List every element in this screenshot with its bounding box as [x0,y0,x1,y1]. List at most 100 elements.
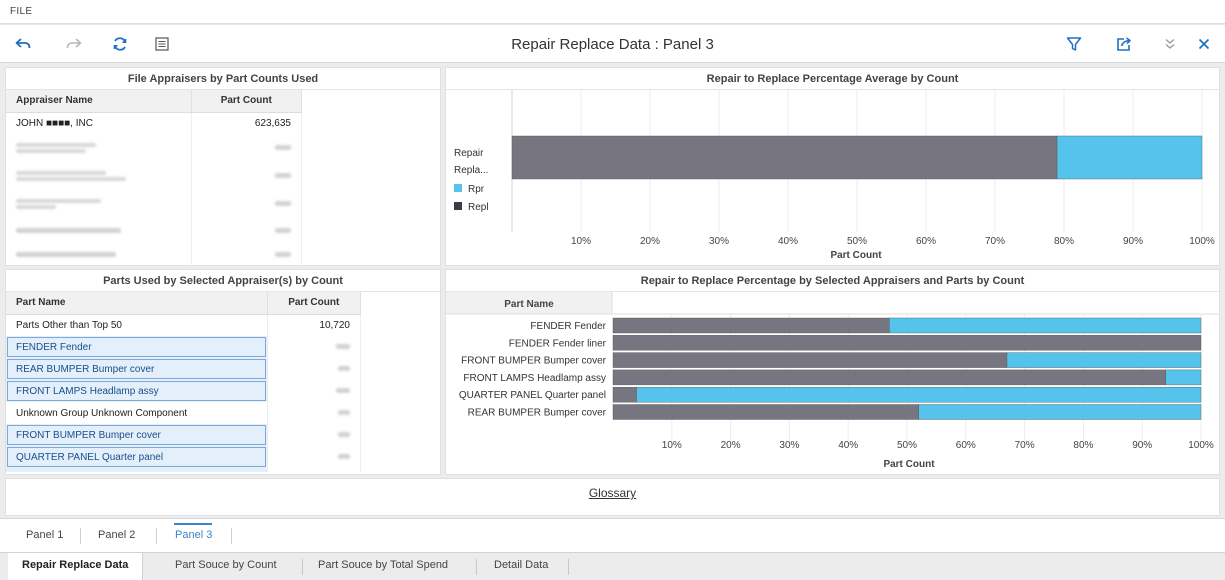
filter-icon[interactable] [1064,34,1084,54]
x-tick-label: 40% [838,440,858,451]
column-header-appraiser-name[interactable]: Appraiser Name [6,90,192,113]
refresh-icon[interactable] [110,34,130,54]
undo-icon[interactable] [13,34,33,54]
redo-icon[interactable] [64,34,84,54]
redacted-count-cell [191,244,302,265]
column-header-part-count[interactable]: Part Count [191,90,302,113]
bar-segment-rpr[interactable] [636,386,1202,403]
part-name-cell: FRONT LAMPS Headlamp assy [6,380,268,402]
bar-segment-repl[interactable] [612,404,919,420]
bar-segment-repl[interactable] [612,317,890,334]
redacted-count [338,410,350,416]
x-axis-title: Part Count [883,459,935,470]
part-name-cell: FRONT BUMPER Bumper cover [6,424,268,446]
close-icon[interactable] [1194,34,1214,54]
table-row-partial [6,468,361,472]
table-row[interactable] [6,244,302,265]
table-row[interactable]: FENDER Fender [6,336,361,358]
table-row[interactable]: Unknown Group Unknown Component [6,402,361,424]
x-tick-label: 70% [985,236,1005,247]
tab-separator [231,528,232,544]
x-tick-label: 10% [662,440,682,451]
category-label[interactable]: FRONT LAMPS Headlamp assy [463,373,606,384]
column-header-part-name[interactable]: Part Name [6,292,268,315]
redacted-name-cell [6,244,192,265]
tab-panel-3[interactable]: Panel 3 [175,529,212,541]
average-chart-title: Repair to Replace Percentage Average by … [446,68,1219,90]
collapse-icon[interactable] [1160,34,1180,54]
table-row[interactable]: REAR BUMPER Bumper cover [6,358,361,380]
column-header-part-count[interactable]: Part Count [267,292,361,315]
table-row[interactable] [6,162,302,190]
sheet-tab-repair-replace-data[interactable]: Repair Replace Data [8,553,144,580]
part-name-cell: QUARTER PANEL Quarter panel [6,446,268,468]
bar-segment-rpr[interactable] [1056,135,1203,180]
table-row[interactable] [6,218,302,244]
x-tick-label: 80% [1054,236,1074,247]
parts-panel-title: Parts Used by Selected Appraiser(s) by C… [6,270,440,292]
table-row[interactable]: QUARTER PANEL Quarter panel [6,446,361,468]
x-tick-label: 20% [721,440,741,451]
redacted-name-cell [6,218,192,244]
bar-segment-rpr[interactable] [918,404,1202,420]
average-chart: 10% 20% 30% 40% 50% 60% 70% 80% 90% 100% Repair R… [454,90,1215,261]
bar-segment-rpr[interactable] [1165,369,1202,386]
dashboard-canvas: File Appraisers by Part Counts Used Appr… [0,63,1225,518]
tab-separator [568,559,569,575]
table-header-row: Appraiser Name Part Count [6,90,302,113]
file-menu[interactable]: FILE [10,6,32,17]
tab-separator [156,528,157,544]
parts-panel: Parts Used by Selected Appraiser(s) by C… [5,269,441,475]
bar-segment-repl[interactable] [612,352,1008,368]
table-row[interactable]: JOHN ■■■■, INC 623,635 [6,112,302,134]
tab-separator [302,559,303,575]
category-label-line-2: Repla... [454,165,488,176]
x-tick-label: 90% [1132,440,1152,451]
bar-segment-repl[interactable] [612,335,1202,351]
tab-panel-2[interactable]: Panel 2 [98,529,135,541]
part-name-cell: Unknown Group Unknown Component [6,402,268,424]
sheet-tab-part-souce-by-total-spend[interactable]: Part Souce by Total Spend [304,553,462,580]
table-row[interactable] [6,134,302,162]
x-tick-label: 60% [956,440,976,451]
x-tick-label: 20% [640,236,660,247]
bar-segment-rpr[interactable] [1006,352,1202,368]
part-name-cell: Parts Other than Top 50 [6,314,268,336]
category-label[interactable]: QUARTER PANEL Quarter panel [459,390,606,401]
category-label[interactable]: FENDER Fender [530,321,606,332]
category-label[interactable]: REAR BUMPER Bumper cover [468,408,607,419]
menu-bar: FILE [0,0,1225,24]
x-tick-label: 30% [779,440,799,451]
part-count-cell: 623,635 [191,112,302,134]
redacted-count [338,366,350,372]
bar-segment-repl[interactable] [612,386,637,403]
x-tick-label: 50% [897,440,917,451]
glossary-link[interactable]: Glossary [6,486,1219,500]
legend-swatch-repl [454,202,462,210]
part-count-cell [267,424,361,446]
category-label-line-1: Repair [454,148,484,159]
legend-label-rpr[interactable]: Rpr [468,184,485,195]
x-tick-label: 100% [1189,236,1215,247]
sheet-tab-bar: Repair Replace Data Part Souce by Count … [0,552,1225,580]
notes-icon[interactable] [152,34,172,54]
category-label[interactable]: FRONT BUMPER Bumper cover [461,356,607,367]
table-row[interactable]: Parts Other than Top 50 10,720 [6,314,361,336]
category-label[interactable]: FENDER Fender liner [509,338,607,349]
appraisers-table: Appraiser Name Part Count JOHN ■■■■, INC… [6,90,302,265]
sheet-tab-detail-data[interactable]: Detail Data [480,553,562,580]
tab-panel-1[interactable]: Panel 1 [26,529,63,541]
bar-segment-rpr[interactable] [889,317,1202,334]
part-count-cell [267,380,361,402]
table-row[interactable]: FRONT BUMPER Bumper cover [6,424,361,446]
bar-segment-repl[interactable] [612,369,1166,386]
bar-segment-repl[interactable] [511,135,1058,180]
sheet-tab-part-souce-by-count[interactable]: Part Souce by Count [161,553,291,580]
parts-chart-title: Repair to Replace Percentage by Selected… [446,270,1219,292]
table-header-row: Part Name Part Count [6,292,361,315]
table-row[interactable] [6,190,302,218]
export-icon[interactable] [1114,34,1134,54]
table-row[interactable]: FRONT LAMPS Headlamp assy [6,380,361,402]
legend-label-repl[interactable]: Repl [468,202,489,213]
appraiser-name-cell: JOHN ■■■■, INC [6,112,192,134]
